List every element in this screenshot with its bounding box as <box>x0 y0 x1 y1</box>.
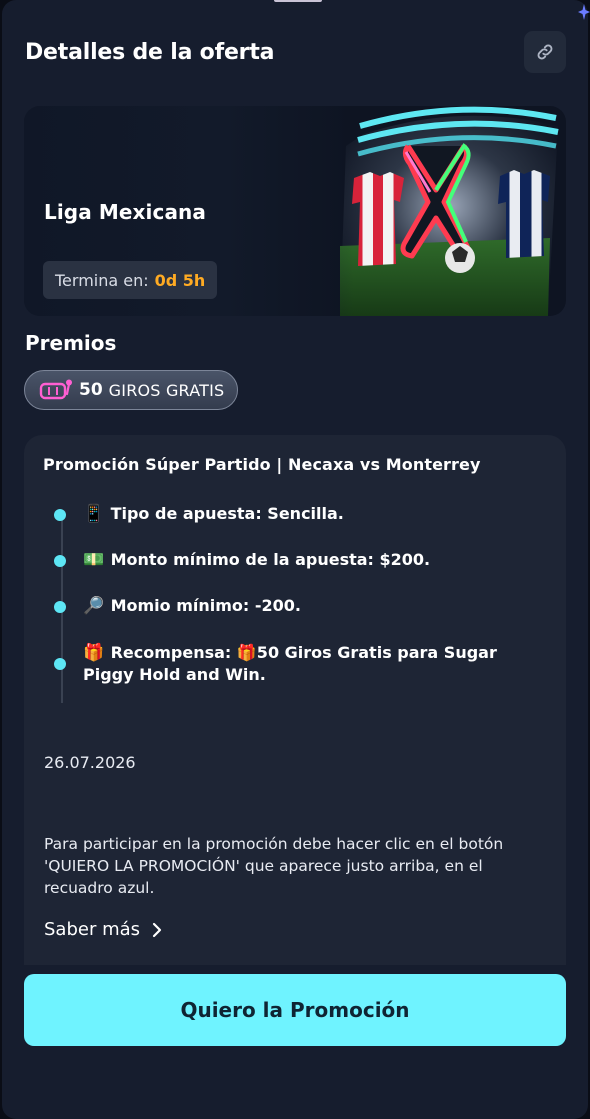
gift-icon: 🎁 <box>83 643 105 663</box>
timeline-dot <box>54 601 66 613</box>
list-item: 🎁 Recompensa: 🎁50 Giros Gratis para Suga… <box>54 642 534 686</box>
drag-handle[interactable] <box>274 0 322 2</box>
instructions-text: Para participar en la promoción debe hac… <box>44 835 504 897</box>
reward-text: Recompensa: 🎁50 Giros Gratis para Sugar … <box>83 643 497 684</box>
offer-details-sheet: Detalles de la oferta Liga Mexicana Term… <box>2 0 588 1119</box>
bet-type-text: Tipo de apuesta: Sencilla. <box>110 504 344 523</box>
list-item: 🔎 Momio mínimo: -200. <box>54 595 534 617</box>
list-item: 📱 Tipo de apuesta: Sencilla. <box>54 503 534 525</box>
prize-badge: 50 GIROS GRATIS <box>24 370 238 410</box>
learn-more-label: Saber más <box>44 919 141 940</box>
promotion-title: Promoción Súper Partido | Necaxa vs Mont… <box>43 455 481 474</box>
minimum-odds-text: Momio mínimo: -200. <box>110 596 301 615</box>
countdown-value: 0d 5h <box>154 270 206 290</box>
money-icon: 💵 <box>83 550 105 570</box>
league-name: Liga Mexicana <box>44 200 206 224</box>
minimum-amount-text: Monto mínimo de la apuesta: $200. <box>110 550 431 569</box>
list-item: 💵 Monto mínimo de la apuesta: $200. <box>54 549 534 571</box>
prizes-title: Premios <box>25 331 117 355</box>
sparkle-icon <box>578 4 590 20</box>
learn-more-link[interactable]: Saber más <box>44 919 162 940</box>
slot-machine-icon <box>39 379 72 400</box>
page-title: Detalles de la oferta <box>25 40 275 65</box>
timeline-dot <box>54 509 66 521</box>
magnifier-icon: 🔎 <box>83 596 105 616</box>
offer-banner: Liga Mexicana Termina en: 0d 5h <box>24 106 566 316</box>
promotion-date: 26.07.2026 <box>44 753 136 772</box>
timeline-dot <box>54 658 66 670</box>
timeline-dot <box>54 555 66 567</box>
promotion-details-card: Promoción Súper Partido | Necaxa vs Mont… <box>24 435 566 965</box>
claim-promotion-button[interactable]: Quiero la Promoción <box>24 974 566 1046</box>
countdown-label: Termina en: <box>55 270 149 290</box>
match-artwork <box>340 106 559 316</box>
phone-icon: 📱 <box>83 504 105 524</box>
prize-label: GIROS GRATIS <box>108 380 225 400</box>
share-link-button[interactable] <box>524 31 566 73</box>
countdown-badge: Termina en: 0d 5h <box>43 261 218 299</box>
chevron-right-icon <box>152 922 162 937</box>
link-icon <box>537 44 553 60</box>
prize-count: 50 <box>79 380 103 400</box>
